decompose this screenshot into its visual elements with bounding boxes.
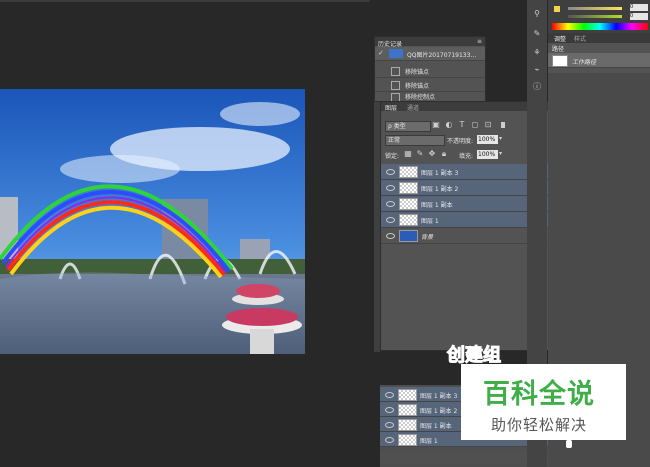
adjust-style-tabs: 调整 样式 (548, 33, 650, 43)
layer-name: 图层 1 副本 3 (420, 393, 458, 400)
layer-name: 图层 1 副本 (421, 202, 453, 209)
fill-dropdown-arrow[interactable]: ▾ (499, 150, 502, 157)
brush-panel-icon[interactable]: ✎ (532, 29, 542, 39)
layer-name: 图层 1 副本 2 (420, 408, 458, 415)
tab-layers[interactable]: 图层 (385, 103, 397, 112)
visibility-eye-icon[interactable] (386, 217, 395, 223)
snapshot-thumbnail (389, 49, 403, 58)
visibility-eye-icon[interactable] (385, 392, 394, 398)
layer-name: 图层 1 (420, 438, 438, 445)
layer-name: 图层 1 副本 2 (421, 186, 459, 193)
layer-name: 图层 1 (421, 218, 439, 225)
visibility-eye-icon[interactable] (385, 422, 394, 428)
layer-thumbnail (399, 230, 418, 242)
mouse-cursor-icon (566, 440, 572, 448)
color-value-2[interactable]: 0 (630, 13, 648, 20)
fill-label: 填充: (459, 153, 474, 160)
layer-name: 图层 1 副本 (420, 423, 452, 430)
brush-source-icon[interactable]: ✓ (378, 49, 384, 57)
path-thumbnail (552, 55, 568, 67)
tab-adjustments[interactable]: 调整 (554, 34, 566, 43)
canvas-document[interactable] (0, 89, 305, 354)
layer-name: 图层 1 副本 3 (421, 170, 459, 177)
history-step-icon (391, 81, 400, 90)
top-menu-strip (0, 0, 370, 2)
clone-panel-icon[interactable]: ⚘ (532, 48, 542, 58)
tab-channels[interactable]: 通道 (407, 103, 419, 112)
adjust-panel-icon[interactable]: ⚲ (532, 9, 542, 19)
work-path-name: 工作路径 (572, 59, 597, 66)
color-slider[interactable] (568, 7, 622, 10)
snapshot-name: QQ图片20170719133... (407, 52, 477, 59)
filter-shape-icon[interactable]: ◻ (470, 120, 480, 130)
lock-all-icon[interactable]: 🔒︎ (439, 149, 449, 159)
lock-transparent-icon[interactable]: ▦ (403, 149, 413, 159)
layer-thumbnail (399, 198, 418, 210)
color-value[interactable]: 0 (630, 4, 648, 11)
history-step-label: 移除锚点 (405, 69, 430, 76)
tab-styles[interactable]: 样式 (574, 34, 586, 43)
lock-position-icon[interactable]: ✥ (427, 149, 437, 159)
layer-thumbnail (398, 419, 417, 431)
visibility-eye-icon[interactable] (386, 185, 395, 191)
info-panel-icon[interactable]: ⓘ (532, 82, 542, 92)
spectrum-bar[interactable] (552, 23, 648, 30)
history-panel: 历史记录 ≡ ✓ QQ图片20170719133... 移除锚点 移除锚点 移除… (374, 36, 486, 102)
layer-thumbnail (399, 166, 418, 178)
history-step-icon (391, 67, 400, 76)
visibility-eye-icon[interactable] (385, 407, 394, 413)
filter-smart-object-icon[interactable]: ⊡ (483, 120, 493, 130)
watermark-title: 百科全说 (483, 379, 595, 410)
color-panel: 0 0 (548, 0, 650, 33)
history-snapshot[interactable]: ✓ QQ图片20170719133... (375, 47, 485, 61)
color-swatch[interactable] (554, 6, 560, 12)
visibility-eye-icon[interactable] (385, 437, 394, 443)
lock-label: 锁定: (385, 153, 400, 160)
layer-thumbnail (398, 389, 417, 401)
panel-menu-icon[interactable]: ≡ (477, 38, 482, 45)
color-slider-2[interactable] (568, 15, 622, 18)
visibility-eye-icon[interactable] (386, 169, 395, 175)
layer-thumbnail (398, 434, 417, 446)
visibility-eye-icon[interactable] (386, 233, 395, 239)
blend-mode-dropdown[interactable]: 正常 (385, 135, 445, 146)
paths-panel-icon[interactable]: ⌁ (532, 65, 542, 75)
layer-thumbnail (399, 182, 418, 194)
filter-type-icon[interactable]: T (457, 120, 467, 130)
filter-pixel-icon[interactable]: ▣ (431, 120, 441, 130)
watermark-box: 百科全说 助你轻松解决 (461, 364, 626, 440)
filter-toggle[interactable] (501, 122, 505, 128)
visibility-eye-icon[interactable] (386, 201, 395, 207)
history-step-label: 移除锚点 (405, 83, 430, 90)
opacity-field[interactable]: 100% (477, 135, 498, 144)
paths-panel: 路径 工作路径 (548, 43, 650, 73)
layer-thumbnail (399, 214, 418, 226)
opacity-dropdown-arrow[interactable]: ▾ (499, 135, 502, 142)
tab-paths[interactable]: 路径 (552, 44, 564, 53)
layer-name: 背景 (421, 234, 434, 241)
filter-kind-dropdown[interactable]: ρ 类型 (385, 121, 431, 132)
fountain-photo (0, 89, 305, 354)
history-step[interactable]: 移除锚点 (375, 64, 485, 78)
opacity-label: 不透明度: (447, 138, 474, 145)
work-path-row[interactable]: 工作路径 (548, 53, 650, 68)
fill-field[interactable]: 100% (477, 150, 498, 159)
filter-adjustment-icon[interactable]: ◐ (444, 120, 454, 130)
layer-thumbnail (398, 404, 417, 416)
watermark-subtitle: 助你轻松解决 (491, 416, 588, 434)
history-step-label: 移除控制点 (405, 94, 436, 101)
lock-image-icon[interactable]: ✎ (415, 149, 425, 159)
